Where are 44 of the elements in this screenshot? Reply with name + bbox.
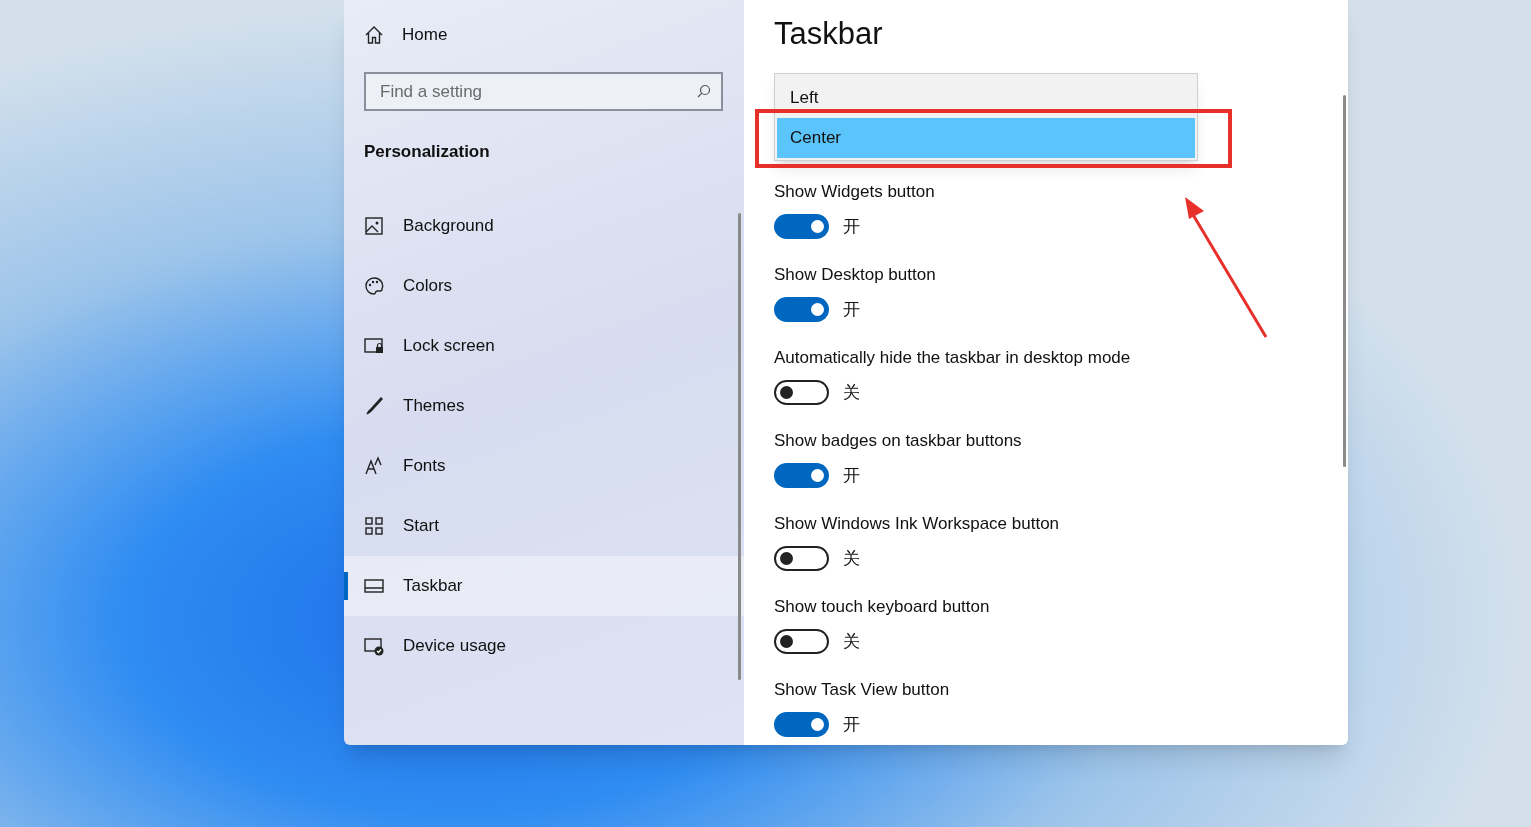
setting-label: Show touch keyboard button [774,596,991,618]
toggle-state: 开 [843,465,860,487]
grid-icon [364,515,384,536]
sidebar-item[interactable]: Background [344,195,744,256]
font-icon [364,455,384,476]
toggle-switch[interactable] [774,463,829,489]
section-heading: Personalization [364,141,491,163]
search-icon [697,84,711,98]
setting-label: Automatically hide the taskbar in desktop mode [774,347,1132,369]
toggle-switch[interactable] [774,712,829,738]
home-icon [364,25,384,45]
dropdown-option[interactable]: Left [777,84,1195,112]
setting-label: Show badges on taskbar buttons [774,430,1023,452]
setting-label: Show Task View button [774,679,951,701]
toggle-switch[interactable] [774,297,829,323]
page-title: Taskbar [774,15,884,53]
toggle-state: 关 [843,548,860,570]
setting-label: Show Widgets button [774,181,936,203]
brush-icon [364,395,384,416]
toggle-switch[interactable] [774,380,829,406]
lock-screen-icon [364,335,384,356]
toggle-state: 关 [843,631,860,653]
dropdown-option[interactable]: Center [777,118,1195,158]
sidebar-item[interactable]: Start [344,495,744,556]
sidebar-item[interactable]: Lock screen [344,315,744,376]
toggle-state: 关 [843,382,860,404]
setting-label: Show Windows Ink Workspace button [774,513,1061,535]
device-icon [364,635,384,656]
picture-icon [364,215,384,236]
home-link[interactable]: Home [344,22,744,48]
toggle-state: 开 [843,216,860,238]
sidebar-item[interactable]: Device usage [344,615,744,676]
palette-icon [364,275,384,296]
toggle-state: 开 [843,714,860,736]
setting-label: Show Desktop button [774,264,937,286]
toggle-switch[interactable] [774,629,829,655]
search-field[interactable]: Find a setting [364,72,723,111]
toggle-switch[interactable] [774,546,829,572]
sidebar-item[interactable]: Taskbar [344,555,744,616]
toggle-state: 开 [843,299,860,321]
toggle-switch[interactable] [774,214,829,240]
sidebar-item[interactable]: Fonts [344,435,744,496]
sidebar-item[interactable]: Colors [344,255,744,316]
sidebar-item[interactable]: Themes [344,375,744,436]
